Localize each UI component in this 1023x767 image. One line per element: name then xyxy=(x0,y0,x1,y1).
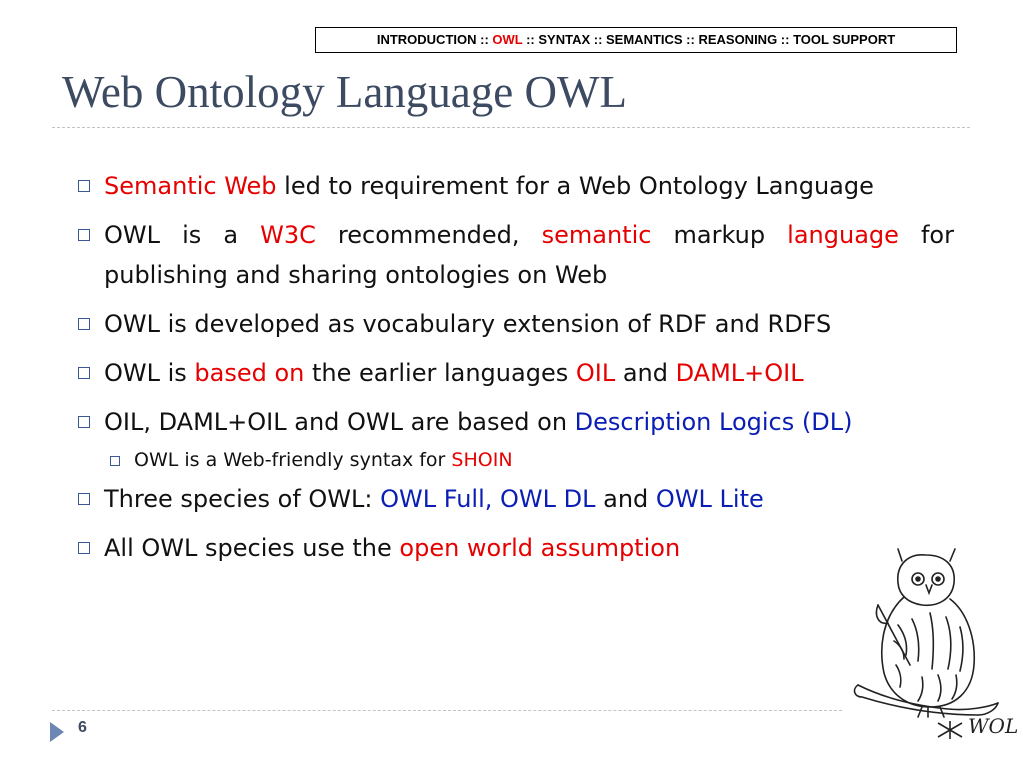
bullet-item: Three species of OWL: OWL Full, OWL DL a… xyxy=(76,479,954,519)
bullet-item: Semantic Web led to requirement for a We… xyxy=(76,166,954,206)
owl-illustration: WOL xyxy=(853,548,1018,739)
square-bullet-icon xyxy=(78,416,90,428)
square-bullet-icon xyxy=(78,318,90,330)
nav-prefix: INTRODUCTION :: xyxy=(376,32,493,47)
bullet-item: OWL is a W3C recommended, semantic marku… xyxy=(76,215,954,295)
nav-current-section: OWL xyxy=(492,32,523,47)
section-navigation: INTRODUCTION :: OWL :: SYNTAX :: SEMANTI… xyxy=(315,27,957,53)
bullet-text: based on xyxy=(194,359,305,387)
square-bullet-icon xyxy=(78,542,90,554)
bullet-text: led to requirement for a Web Ontology La… xyxy=(276,172,874,200)
slide-title: Web Ontology Language OWL xyxy=(62,67,627,117)
footer-divider xyxy=(52,710,842,711)
square-bullet-icon xyxy=(78,180,90,192)
bullet-item: All OWL species use the open world assum… xyxy=(76,528,954,568)
square-bullet-icon xyxy=(78,229,90,241)
bullet-item: OWL is based on the earlier languages OI… xyxy=(76,353,954,393)
bullet-text: SHOIN xyxy=(451,449,513,471)
nav-suffix: :: SYNTAX :: SEMANTICS :: REASONING :: T… xyxy=(522,32,896,47)
square-bullet-icon xyxy=(78,493,90,505)
bullet-text: recommended, xyxy=(315,221,542,249)
bullet-text: W3C xyxy=(260,221,316,249)
bullet-text: markup xyxy=(651,221,788,249)
square-bullet-icon xyxy=(110,456,120,466)
bullet-text: OWL Lite xyxy=(655,485,764,513)
owl-caption-text: WOL xyxy=(968,714,1018,738)
bullet-text: OWL is xyxy=(104,359,195,387)
bullet-text: OWL is developed as vocabulary extension… xyxy=(104,310,832,338)
page-arrow-icon xyxy=(50,722,64,742)
bullet-list: Semantic Web led to requirement for a We… xyxy=(76,166,954,568)
bullet-text: Description Logics (DL) xyxy=(574,408,853,436)
title-divider xyxy=(52,127,970,128)
bullet-text: OWL is a xyxy=(104,221,261,249)
bullet-text: Semantic Web xyxy=(104,172,277,200)
bullet-text: OWL is a Web-friendly syntax for xyxy=(134,449,452,471)
bullet-item: OIL, DAML+OIL and OWL are based on Descr… xyxy=(76,402,954,442)
page-number: 6 xyxy=(78,719,87,736)
bullet-text: DAML+OIL xyxy=(675,359,804,387)
bullet-text: and xyxy=(615,359,676,387)
bullet-text: OWL Full, OWL DL xyxy=(380,485,596,513)
bullet-text: Three species of OWL: xyxy=(104,485,381,513)
owl-caption: WOL xyxy=(937,714,1018,739)
bullet-text: open world assumption xyxy=(399,534,681,562)
bullet-text: language xyxy=(787,221,899,249)
square-bullet-icon xyxy=(78,367,90,379)
bullet-text: the earlier languages xyxy=(304,359,576,387)
bullet-item: OWL is developed as vocabulary extension… xyxy=(76,304,954,344)
sub-bullet-item: OWL is a Web-friendly syntax for SHOIN xyxy=(76,445,954,475)
bullet-text: All OWL species use the xyxy=(104,534,400,562)
bullet-text: semantic xyxy=(541,221,652,249)
bullet-text: OIL xyxy=(575,359,616,387)
bullet-text: and xyxy=(595,485,656,513)
bullet-text: OIL, DAML+OIL and OWL are based on xyxy=(104,408,575,436)
